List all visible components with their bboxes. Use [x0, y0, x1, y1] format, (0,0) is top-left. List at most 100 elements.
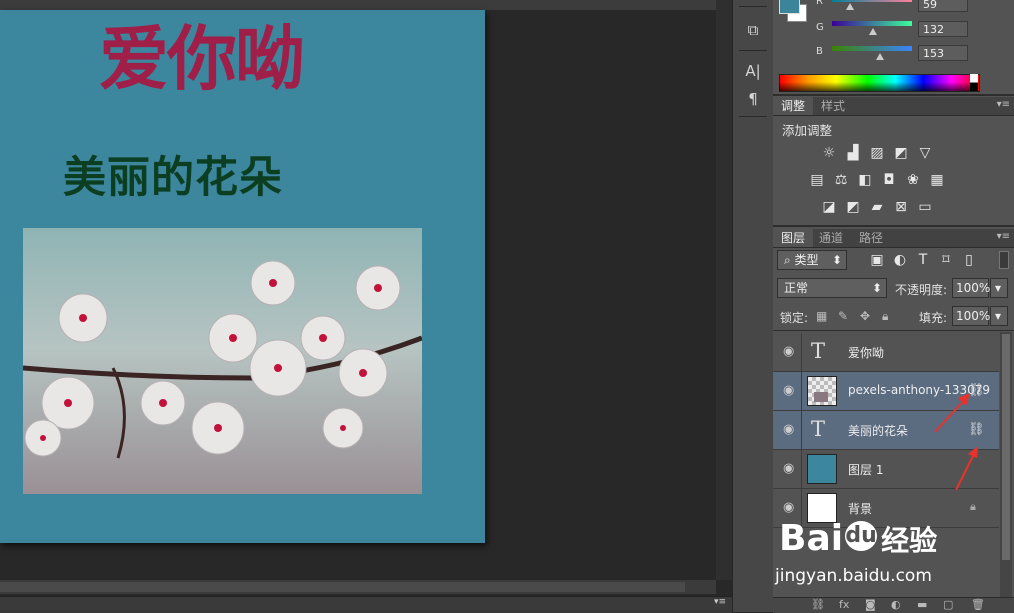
layer-style-icon[interactable]: fx: [839, 598, 849, 611]
color-lookup-icon[interactable]: ▦: [928, 172, 946, 188]
filter-smart-object-icon[interactable]: ▯: [960, 252, 978, 268]
lock-transparency-icon[interactable]: ▦: [816, 309, 827, 323]
lock-all-icon[interactable]: 🔒︎: [882, 309, 888, 324]
character-panel-icon[interactable]: A|: [741, 60, 765, 82]
layers-scroll-thumb[interactable]: [1002, 334, 1010, 560]
tab-styles[interactable]: 样式: [813, 97, 853, 115]
horizontal-scroll-thumb[interactable]: [0, 582, 685, 592]
fill-dropdown[interactable]: ▾: [990, 306, 1008, 326]
filter-shape-icon[interactable]: ⌑: [937, 252, 955, 268]
exposure-icon[interactable]: ◩: [892, 145, 910, 161]
color-spectrum-shade: [779, 82, 978, 91]
delete-layer-icon[interactable]: 🗑︎: [971, 598, 985, 611]
foreground-color-swatch[interactable]: [779, 0, 800, 14]
tab-adjustments[interactable]: 调整: [773, 97, 814, 115]
tab-layers[interactable]: 图层: [773, 229, 814, 247]
levels-icon[interactable]: ▟: [844, 145, 862, 161]
opacity-label: 不透明度:: [895, 283, 948, 297]
gradient-map-icon[interactable]: ▭: [916, 199, 934, 215]
tab-paths[interactable]: 路径: [851, 229, 891, 247]
stepper-icon: ⬍: [831, 253, 842, 267]
vibrance-icon[interactable]: ▽: [916, 145, 934, 161]
blue-value-field[interactable]: 153: [918, 45, 968, 61]
eye-icon[interactable]: ◉: [783, 461, 794, 476]
photo-filter-icon[interactable]: ◘: [880, 172, 898, 188]
flower-photo: [23, 228, 422, 494]
green-value-field[interactable]: 132: [918, 21, 968, 37]
curves-icon[interactable]: ▨: [868, 145, 886, 161]
invert-icon[interactable]: ◪: [820, 199, 838, 215]
red-slider-thumb[interactable]: [846, 3, 854, 10]
vertical-scrollbar[interactable]: [716, 0, 732, 580]
eye-icon[interactable]: ◉: [783, 383, 794, 398]
add-mask-icon[interactable]: ◙: [865, 598, 876, 611]
brightness-contrast-icon[interactable]: ☼: [820, 145, 838, 161]
eye-icon[interactable]: ◉: [783, 344, 794, 359]
color-balance-icon[interactable]: ⚖: [832, 172, 850, 188]
lock-position-icon[interactable]: ✥: [860, 309, 870, 323]
threshold-icon[interactable]: ▰: [868, 199, 886, 215]
blend-mode-select[interactable]: 正常 ⬍: [777, 278, 887, 298]
stepper-icon: ⬍: [871, 281, 882, 295]
visibility-column[interactable]: ◉: [773, 333, 802, 371]
search-icon: ⌕: [784, 253, 795, 267]
fill-field[interactable]: 100%: [952, 306, 990, 326]
panel-menu-icon[interactable]: ▾≡: [997, 99, 1010, 110]
annotation-arrows: [934, 393, 978, 491]
lock-image-icon[interactable]: ✎: [838, 309, 848, 323]
red-slider[interactable]: [832, 0, 912, 2]
channel-mixer-icon[interactable]: ❀: [904, 172, 922, 188]
filter-type-icon[interactable]: T: [914, 252, 932, 268]
filter-toggle[interactable]: [999, 251, 1009, 269]
visibility-column[interactable]: ◉: [773, 450, 802, 488]
layer-name[interactable]: 图层 1: [848, 461, 883, 478]
eye-icon[interactable]: ◉: [783, 500, 794, 515]
status-bar: ▾≡: [0, 596, 732, 613]
dock-divider: [739, 116, 767, 117]
new-group-icon[interactable]: ▬: [917, 598, 927, 611]
3d-icon[interactable]: ⧉: [741, 19, 765, 41]
eye-icon[interactable]: ◉: [783, 422, 794, 437]
visibility-column[interactable]: ◉: [773, 372, 802, 410]
layer-thumbnail: [807, 376, 837, 406]
layer-filter-select[interactable]: ⌕ 类型 ⬍: [777, 250, 847, 270]
opacity-dropdown[interactable]: ▾: [990, 278, 1008, 298]
tab-channels[interactable]: 通道: [811, 229, 851, 247]
new-adjustment-icon[interactable]: ◐: [891, 598, 901, 611]
status-menu-icon[interactable]: ▾≡: [714, 597, 726, 607]
filter-pixel-icon[interactable]: ▣: [868, 252, 886, 268]
panel-menu-icon[interactable]: ▾≡: [997, 231, 1010, 242]
green-channel-label: G: [816, 22, 824, 33]
red-channel-label: R: [816, 0, 823, 7]
annotation-arrow: [934, 396, 968, 433]
blue-slider-thumb[interactable]: [876, 53, 884, 60]
layer-name[interactable]: 爱你呦: [848, 344, 884, 361]
lock-icon: 🔒︎: [970, 500, 976, 513]
text-layer-icon: T: [811, 339, 826, 363]
blue-slider[interactable]: [832, 46, 912, 51]
hue-saturation-icon[interactable]: ▤: [808, 172, 826, 188]
red-value-field[interactable]: 59: [918, 0, 968, 12]
visibility-column[interactable]: ◉: [773, 411, 802, 449]
panel-divider: [773, 330, 1014, 331]
layer-name[interactable]: 背景: [848, 500, 872, 517]
filter-kind-label: 类型: [794, 253, 819, 267]
posterize-icon[interactable]: ◩: [844, 199, 862, 215]
lock-label: 锁定:: [780, 311, 809, 325]
layer-name[interactable]: 美丽的花朵: [848, 422, 908, 439]
paragraph-panel-icon[interactable]: ¶: [741, 88, 765, 110]
green-slider[interactable]: [832, 21, 912, 26]
layer-row[interactable]: ◉ T 爱你呦: [773, 333, 999, 372]
filter-adjustment-icon[interactable]: ◐: [891, 252, 909, 268]
canvas-top-strip: [0, 0, 716, 10]
opacity-field[interactable]: 100%: [952, 278, 990, 298]
paw-logo-icon: du: [845, 521, 878, 551]
selective-color-icon[interactable]: ⊠: [892, 199, 910, 215]
document-title-text: 爱你呦: [99, 18, 305, 100]
link-layers-icon[interactable]: ⛓: [811, 598, 825, 611]
black-white-icon[interactable]: ◧: [856, 172, 874, 188]
black-white-ramp[interactable]: [970, 74, 978, 91]
new-layer-icon[interactable]: ▢: [943, 598, 953, 611]
blue-channel-label: B: [816, 46, 823, 57]
green-slider-thumb[interactable]: [869, 28, 877, 35]
